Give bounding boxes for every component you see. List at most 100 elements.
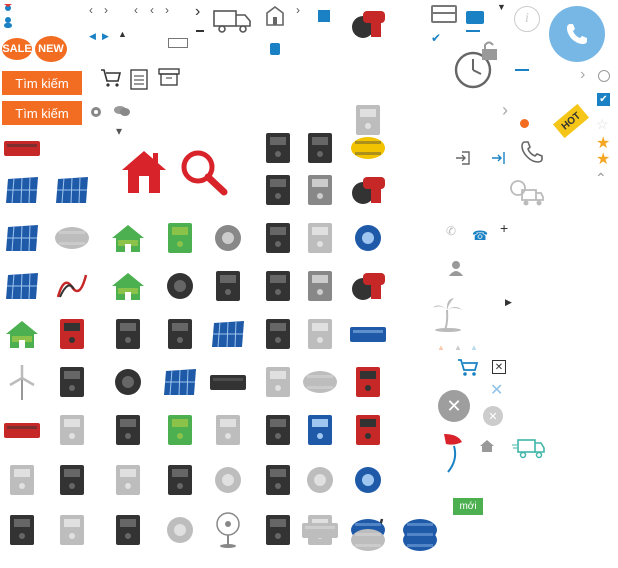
electric-box-thumbnail[interactable] (300, 170, 340, 210)
desk-fan-thumbnail[interactable] (208, 510, 248, 550)
vfd-panel-thumbnail[interactable] (258, 170, 298, 210)
inverter-red-thumbnail[interactable] (2, 410, 42, 450)
chevron-right-icon[interactable]: › (580, 66, 585, 84)
dash-icon[interactable] (196, 30, 204, 32)
chevron-right-icon[interactable]: › (104, 3, 108, 17)
check-icon[interactable]: ✔ (431, 31, 441, 45)
chat-icon[interactable] (114, 104, 130, 116)
card-device-thumbnail[interactable] (160, 460, 200, 500)
caret-left-icon[interactable]: ◀ (89, 31, 96, 42)
close-blue-icon[interactable]: ✕ (490, 380, 503, 400)
inverter-thumbnail[interactable] (2, 128, 42, 168)
frequency-inverter-thumbnail[interactable] (258, 128, 298, 168)
chevron-left-icon[interactable]: ‹ (134, 3, 138, 17)
energy-bulb-thumbnail[interactable] (208, 460, 248, 500)
caret-down-icon[interactable]: ▼ (497, 2, 506, 12)
solar-kit-thumbnail[interactable] (108, 314, 148, 354)
delivery-clock-icon[interactable] (508, 178, 544, 208)
solar-system-diagram-thumbnail[interactable] (108, 218, 148, 258)
uv-box-thumbnail[interactable] (300, 218, 340, 258)
battery-cables-thumbnail[interactable] (52, 266, 92, 306)
battery-pack-thumbnail[interactable] (52, 362, 92, 402)
mppt-controller-thumbnail[interactable] (52, 460, 92, 500)
caret-right-icon[interactable]: ▶ (102, 31, 109, 42)
chevron-right-icon[interactable]: › (502, 100, 508, 121)
network-switch-thumbnail[interactable] (300, 128, 340, 168)
archive-box-icon[interactable] (158, 68, 180, 86)
solar-panel-small-thumbnail[interactable] (52, 170, 92, 210)
industrial-motor-thumbnail[interactable] (208, 218, 248, 258)
close-box-icon[interactable]: ✕ (492, 360, 506, 374)
washing-machine-thumbnail[interactable] (300, 460, 340, 500)
user-icon[interactable] (448, 260, 464, 276)
flashlight-thumbnail[interactable] (208, 362, 248, 402)
control-box-thumbnail[interactable] (160, 410, 200, 450)
truck-icon[interactable] (212, 5, 254, 35)
home-icon[interactable] (119, 148, 169, 196)
chevron-left-icon[interactable]: ‹ (150, 3, 154, 17)
battery-charger-thumbnail[interactable] (52, 314, 92, 354)
water-tank-steel-thumbnail[interactable] (348, 520, 388, 560)
vfd-drive-5-thumbnail[interactable] (258, 410, 298, 450)
vfd-drive-8-thumbnail[interactable] (258, 510, 298, 550)
close-circle-icon[interactable]: ✕ (438, 390, 470, 422)
vfd-drive-thumbnail[interactable] (258, 218, 298, 258)
phone-small-icon[interactable]: ✆ (446, 224, 456, 238)
chest-freezer-thumbnail[interactable] (348, 100, 388, 140)
phone-blue-icon[interactable]: ☎ (472, 228, 488, 244)
logout-icon[interactable] (491, 150, 507, 166)
power-drill-thumbnail[interactable] (348, 314, 388, 354)
solar-house-thumbnail[interactable] (2, 314, 42, 354)
ruler-icon[interactable] (168, 38, 188, 48)
water-heater-thumbnail[interactable] (300, 362, 340, 402)
calendar-icon[interactable] (318, 10, 330, 22)
floodlight-thumbnail[interactable] (208, 410, 248, 450)
red-flag-icon[interactable] (440, 432, 466, 476)
solar-cell-black-thumbnail[interactable] (208, 314, 248, 354)
green-house-thumbnail[interactable] (108, 266, 148, 306)
power-inverter-thumbnail[interactable] (2, 460, 42, 500)
chevron-up-icon[interactable]: ⌃ (595, 170, 607, 187)
timer-lock-icon[interactable] (453, 40, 501, 92)
vfd-drive-3-thumbnail[interactable] (258, 314, 298, 354)
cutoff-saw-thumbnail[interactable] (348, 170, 388, 210)
wind-turbine-thumbnail[interactable] (2, 362, 42, 402)
dash-blue-icon[interactable] (466, 30, 480, 32)
chevron-left-icon[interactable]: ‹ (89, 3, 93, 17)
card-reader-thumbnail[interactable] (108, 460, 148, 500)
solar-panel-mono-thumbnail[interactable] (2, 170, 42, 210)
remote-control-thumbnail[interactable] (108, 410, 148, 450)
welder-thumbnail[interactable] (348, 410, 388, 450)
vfd-drive-4-thumbnail[interactable] (258, 362, 298, 402)
charge-controller-thumbnail[interactable] (52, 510, 92, 550)
vfd-drive-6-thumbnail[interactable] (258, 460, 298, 500)
display-fridge-thumbnail[interactable] (300, 410, 340, 450)
new-badge[interactable]: NEW (35, 36, 67, 62)
ultrasonic-cleaner-thumbnail[interactable] (300, 314, 340, 354)
palm-tree-icon[interactable] (432, 296, 464, 332)
credit-card-icon[interactable] (431, 5, 457, 23)
cart-icon[interactable] (100, 68, 122, 88)
solar-water-heater-thumbnail[interactable] (52, 218, 92, 258)
phone-call-button[interactable] (549, 6, 605, 62)
solar-cells-thumbnail[interactable] (160, 362, 200, 402)
caret-down-icon[interactable]: ▾ (116, 124, 122, 138)
magnifier-icon[interactable] (179, 148, 229, 196)
sander-thumbnail[interactable] (348, 218, 388, 258)
user-icon[interactable] (2, 4, 14, 30)
vfd-drive-2-thumbnail[interactable] (258, 266, 298, 306)
close-circle-small-icon[interactable]: ✕ (483, 406, 503, 426)
chevron-right-icon[interactable]: › (195, 3, 200, 21)
chevron-right-icon[interactable]: › (165, 3, 169, 17)
phone-outline-icon[interactable] (520, 140, 544, 164)
water-pump-thumbnail[interactable] (348, 460, 388, 500)
search-button-1[interactable]: Tìm kiếm (2, 71, 82, 95)
dash-blue-icon[interactable] (515, 69, 529, 71)
led-bulb-thumbnail[interactable] (160, 510, 200, 550)
chevron-right-icon[interactable]: › (296, 3, 300, 17)
generator-thumbnail[interactable] (348, 362, 388, 402)
solar-panel-blue-thumbnail[interactable] (2, 218, 42, 258)
remote-key-thumbnail[interactable] (108, 362, 148, 402)
star-full-icon-2[interactable]: ★ (596, 149, 610, 169)
caret-up-icon[interactable]: ▲ (118, 29, 127, 39)
